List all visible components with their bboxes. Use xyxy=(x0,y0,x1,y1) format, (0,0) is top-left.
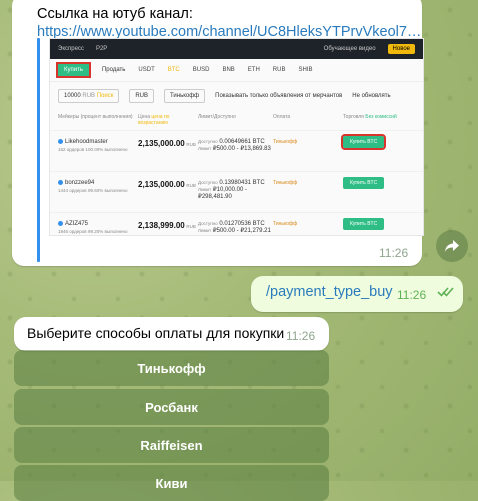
maker-stats: 1946 ордеров 99.20% выполнено xyxy=(58,229,128,235)
payment-filter: Тинькофф xyxy=(164,89,206,103)
maker-avatar xyxy=(58,221,63,226)
double-check-icon xyxy=(437,287,454,297)
offer-row: AZIZ475 1946 ордеров 99.20% выполнено 2,13… xyxy=(50,212,423,235)
preview-border xyxy=(37,38,40,262)
offer-row: Likehoodmaster 152 ордеров 100.00% выполн… xyxy=(50,130,423,171)
offer-buy-button: Купить BTC xyxy=(340,134,387,150)
coin-tab: RUB xyxy=(272,67,286,73)
offer-buy-button: Купить BTC xyxy=(343,177,385,189)
maker-stats: 1444 ордеров 99.60% выполнено xyxy=(58,188,128,194)
new-badge: Новое xyxy=(387,44,415,54)
offer-payment: Тинькофф xyxy=(273,221,298,227)
link-preview-image[interactable]: Экспресс P2P Обучающее видео Новое Купит… xyxy=(49,38,424,236)
maker-avatar xyxy=(58,180,63,185)
offer-buy-button: Купить BTC xyxy=(343,218,385,230)
keyboard-button-qiwi[interactable]: Киви xyxy=(14,465,329,501)
share-button[interactable] xyxy=(436,230,468,262)
preview-topbar: Экспресс P2P Обучающее видео Новое xyxy=(50,39,423,59)
offer-limit: ₽500.00 - ₽21,279.21 xyxy=(212,228,271,234)
maker-stats: 152 ордеров 100.00% выполнено xyxy=(58,147,128,153)
offer-row: bonzzee94 1444 ордеров 99.60% выполнено 2,… xyxy=(50,171,423,212)
buy-tab: Купить xyxy=(56,62,91,78)
message-time: 11:26 xyxy=(286,329,316,343)
sell-tab: Продать xyxy=(101,67,126,73)
offer-price: 2,135,000.00 xyxy=(138,180,185,189)
command-link[interactable]: /payment_type_buy xyxy=(266,284,393,300)
message-text: Ссылка на ютуб канал: xyxy=(37,6,193,22)
coin-tab: BNB xyxy=(222,67,235,73)
link-message: Ссылка на ютуб канал: https://www.youtub… xyxy=(12,0,424,266)
message-time: 11:26 xyxy=(379,246,409,260)
coin-tab: BTC xyxy=(167,67,180,73)
tutorial-link: Обучающее видео xyxy=(323,46,376,52)
price-unit: RUB xyxy=(186,183,196,188)
maker-name: Likehoodmaster xyxy=(65,139,108,146)
message-time: 11:26 xyxy=(397,288,427,302)
fiat-filter: RUB xyxy=(129,89,155,103)
merchant-checkbox-label: Показывать только объявления от мерчанто… xyxy=(215,93,343,99)
coin-tab: ETH xyxy=(247,67,260,73)
coin-tab: USDT xyxy=(138,67,155,73)
coin-tab: BUSD xyxy=(192,67,210,73)
offer-price: 2,138,999.00 xyxy=(138,221,185,230)
preview-filters: 10000 RUB Поиск RUB Тинькофф Показывать … xyxy=(50,82,423,110)
topbar-item: Экспресс xyxy=(58,46,84,52)
preview-table-header: Мейкеры (процент выполнения) Цена цена п… xyxy=(58,114,397,126)
offer-price: 2,135,000.00 xyxy=(138,139,185,148)
offer-limit: ₽500.00 - ₽13,869.83 xyxy=(212,146,271,152)
maker-avatar xyxy=(58,139,63,144)
keyboard-button-tinkoff[interactable]: Тинькофф xyxy=(14,350,329,386)
offer-payment: Тинькофф xyxy=(273,139,298,145)
keyboard-button-raiffeisen[interactable]: Raiffeisen xyxy=(14,427,329,463)
maker-name: bonzzee94 xyxy=(65,180,95,187)
price-unit: RUB xyxy=(186,142,196,147)
price-unit: RUB xyxy=(186,224,196,229)
refresh-select: Не обновлять xyxy=(352,93,391,99)
share-icon xyxy=(445,240,459,252)
offer-payment: Тинькофф xyxy=(273,180,298,186)
keyboard-button-rosbank[interactable]: Росбанк xyxy=(14,389,329,425)
maker-name: AZIZ475 xyxy=(65,221,89,228)
outgoing-message: /payment_type_buy 11:26 xyxy=(251,276,463,312)
bot-message-text: Выберите способы оплаты для покупки xyxy=(27,325,285,341)
amount-filter: 10000 RUB Поиск xyxy=(58,89,120,103)
coin-tab: SHIB xyxy=(298,67,313,73)
bot-message: Выберите способы оплаты для покупки 11:2… xyxy=(14,317,329,351)
preview-tabs: Купить Продать USDT BTC BUSD BNB ETH RUB… xyxy=(50,59,423,82)
topbar-item: P2P xyxy=(95,46,108,52)
